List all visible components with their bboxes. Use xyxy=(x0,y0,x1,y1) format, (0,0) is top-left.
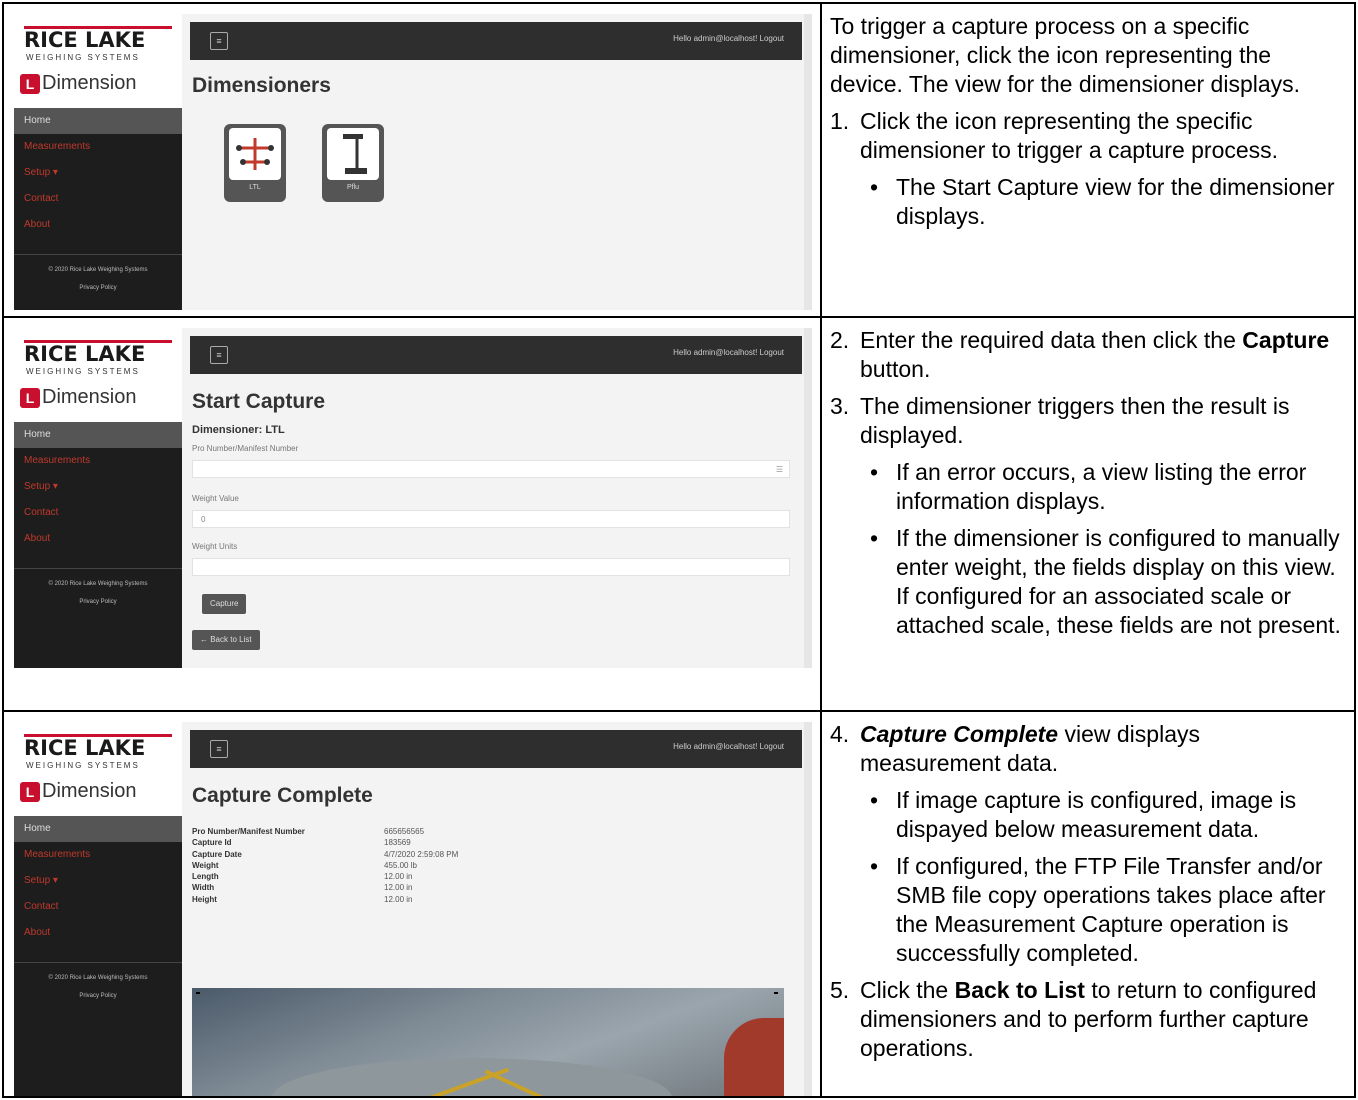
step-4: 4. Capture Complete view displays measur… xyxy=(830,721,1200,776)
nav-home[interactable]: Home xyxy=(14,422,182,448)
privacy-link[interactable]: Privacy Policy xyxy=(14,993,182,999)
weight-units-label: Weight Units xyxy=(192,542,238,551)
brand-main: RICE LAKE xyxy=(24,28,146,52)
nav-setup[interactable]: Setup ▾ xyxy=(14,474,182,500)
sidebar-footer: © 2020 Rice Lake Weighing Systems Privac… xyxy=(14,254,182,303)
pro-number-input[interactable]: ☰ xyxy=(192,460,790,478)
capture-button[interactable]: Capture xyxy=(202,594,247,614)
step-1: 1. Click the icon representing the speci… xyxy=(830,108,1279,163)
sidebar-nav: Home Measurements Setup ▾ Contact About xyxy=(14,816,182,946)
nav-measurements[interactable]: Measurements xyxy=(14,134,182,160)
dimension-logo-icon: L xyxy=(20,782,40,802)
user-greeting[interactable]: Hello admin@localhost! Logout xyxy=(673,348,784,357)
nav-about[interactable]: About xyxy=(14,920,182,946)
app-screenshot: RICE LAKE WEIGHING SYSTEMS L Dimension H… xyxy=(14,328,812,668)
dimensioner-label: Dimensioner: LTL xyxy=(192,424,285,436)
nav-setup[interactable]: Setup ▾ xyxy=(14,160,182,186)
dimensioner-tile-ltl[interactable]: LTL xyxy=(224,124,286,202)
page-title: Start Capture xyxy=(192,390,326,413)
bullet: • If the dimensioner is configured to ma… xyxy=(870,525,1341,638)
dimension-logo-icon: L xyxy=(20,388,40,408)
privacy-link[interactable]: Privacy Policy xyxy=(14,285,182,291)
intro-text: To trigger a capture process on a specif… xyxy=(830,13,1301,97)
copyright: © 2020 Rice Lake Weighing Systems xyxy=(48,267,148,273)
scrollbar[interactable] xyxy=(804,14,812,310)
screenshot-cell: RICE LAKE WEIGHING SYSTEMS L Dimension H… xyxy=(4,712,822,1096)
instructions-cell: To trigger a capture process on a specif… xyxy=(822,4,1354,316)
hamburger-icon[interactable]: ≡ xyxy=(210,32,228,50)
back-to-list-button[interactable]: ← Back to List xyxy=(192,630,260,650)
nav-contact[interactable]: Contact xyxy=(14,186,182,212)
nav-measurements[interactable]: Measurements xyxy=(14,448,182,474)
logo: RICE LAKE WEIGHING SYSTEMS L Dimension xyxy=(14,328,182,422)
tile-label: LTL xyxy=(249,184,261,191)
step-3: 3. The dimensioner triggers then the res… xyxy=(830,393,1290,448)
privacy-link[interactable]: Privacy Policy xyxy=(14,599,182,605)
weight-units-input[interactable] xyxy=(192,558,790,576)
nav-contact[interactable]: Contact xyxy=(14,894,182,920)
sidebar: RICE LAKE WEIGHING SYSTEMS L Dimension H… xyxy=(14,328,182,668)
dimensioner-image xyxy=(327,128,379,180)
nav-home[interactable]: Home xyxy=(14,108,182,134)
nav-contact[interactable]: Contact xyxy=(14,500,182,526)
pro-number-label: Pro Number/Manifest Number xyxy=(192,444,299,453)
screenshot-cell: RICE LAKE WEIGHING SYSTEMS L Dimension H… xyxy=(4,318,822,710)
bullet: • If configured, the FTP File Transfer an… xyxy=(870,853,1326,966)
image-overlay xyxy=(774,992,778,994)
capture-image xyxy=(192,988,784,1096)
sidebar-nav: Home Measurements Setup ▾ Contact About xyxy=(14,422,182,552)
dimension-logo-icon: L xyxy=(20,74,40,94)
user-greeting[interactable]: Hello admin@localhost! Logout xyxy=(673,34,784,43)
page-title: Capture Complete xyxy=(192,784,373,807)
sidebar: RICE LAKE WEIGHING SYSTEMS L Dimension H… xyxy=(14,722,182,1096)
image-timestamp xyxy=(196,992,200,994)
bullet: • The Start Capture view for the dimensio… xyxy=(870,174,1335,229)
sidebar-footer: © 2020 Rice Lake Weighing Systems Privac… xyxy=(14,568,182,617)
app-screenshot: RICE LAKE WEIGHING SYSTEMS L Dimension H… xyxy=(14,722,812,1096)
step-5: 5. Click the Back to List to return to c… xyxy=(830,977,1317,1061)
screenshot-cell: RICE LAKE WEIGHING SYSTEMS L Dimension H… xyxy=(4,4,822,316)
sidebar: RICE LAKE WEIGHING SYSTEMS L Dimension H… xyxy=(14,14,182,310)
dimensioner-tile-pflu[interactable]: Pflu xyxy=(322,124,384,202)
product-name: Dimension xyxy=(42,72,137,94)
tile-label: Pflu xyxy=(346,184,360,191)
instructions-cell: 4. Capture Complete view displays measur… xyxy=(822,712,1354,1096)
page-title: Dimensioners xyxy=(192,74,331,97)
doc-table: RICE LAKE WEIGHING SYSTEMS L Dimension H… xyxy=(2,2,1356,1098)
table-row-capture-complete: RICE LAKE WEIGHING SYSTEMS L Dimension H… xyxy=(4,712,1354,1096)
top-bar: ≡ Hello admin@localhost! Logout xyxy=(190,336,802,374)
weight-value-input[interactable]: 0 xyxy=(192,510,790,528)
top-bar: ≡ Hello admin@localhost! Logout xyxy=(190,22,802,60)
brand-sub: WEIGHING SYSTEMS xyxy=(26,53,140,62)
nav-setup[interactable]: Setup ▾ xyxy=(14,868,182,894)
step-2: 2. Enter the required data then click th… xyxy=(830,327,1330,382)
hamburger-icon[interactable]: ≡ xyxy=(210,346,228,364)
list-icon: ☰ xyxy=(775,465,783,474)
dimensioner-image xyxy=(229,128,281,180)
scrollbar[interactable] xyxy=(804,722,812,1096)
scrollbar[interactable] xyxy=(804,328,812,668)
nav-measurements[interactable]: Measurements xyxy=(14,842,182,868)
nav-about[interactable]: About xyxy=(14,212,182,238)
nav-about[interactable]: About xyxy=(14,526,182,552)
table-row-start-capture: RICE LAKE WEIGHING SYSTEMS L Dimension H… xyxy=(4,318,1354,712)
bullet: • If an error occurs, a view listing the … xyxy=(870,459,1307,514)
table-row-dimensioners: RICE LAKE WEIGHING SYSTEMS L Dimension H… xyxy=(4,4,1354,318)
user-greeting[interactable]: Hello admin@localhost! Logout xyxy=(673,742,784,751)
hamburger-icon[interactable]: ≡ xyxy=(210,740,228,758)
top-bar: ≡ Hello admin@localhost! Logout xyxy=(190,730,802,768)
weight-value-label: Weight Value xyxy=(192,494,239,503)
instructions-cell: 2. Enter the required data then click th… xyxy=(822,318,1354,710)
sidebar-footer: © 2020 Rice Lake Weighing Systems Privac… xyxy=(14,962,182,1011)
logo: RICE LAKE WEIGHING SYSTEMS L Dimension xyxy=(14,722,182,816)
bullet: • If image capture is configured, image i… xyxy=(870,787,1297,842)
nav-home[interactable]: Home xyxy=(14,816,182,842)
logo: RICE LAKE WEIGHING SYSTEMS L Dimension xyxy=(14,14,182,108)
sidebar-nav: Home Measurements Setup ▾ Contact About xyxy=(14,108,182,238)
app-screenshot: RICE LAKE WEIGHING SYSTEMS L Dimension H… xyxy=(14,14,812,310)
